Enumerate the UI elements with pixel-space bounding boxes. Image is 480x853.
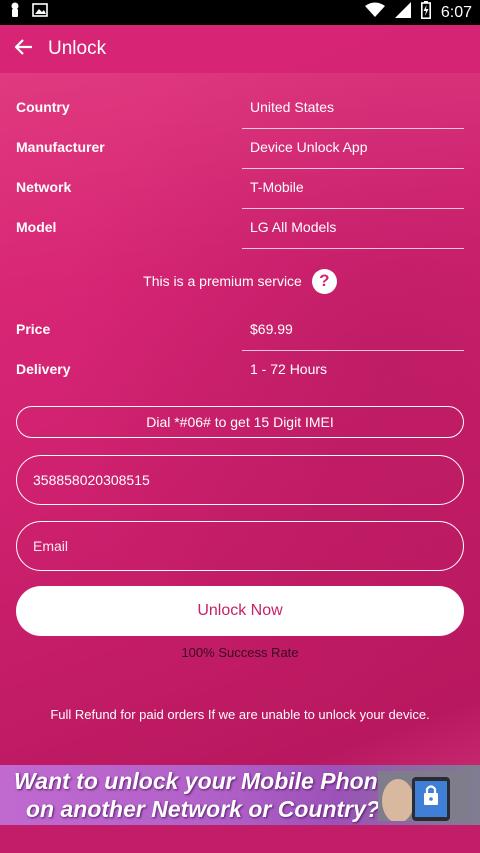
bottom-strip (0, 825, 480, 853)
detail-label: Country (16, 99, 70, 115)
unlock-now-button[interactable]: Unlock Now (16, 586, 464, 636)
detail-value: LG All Models (250, 219, 337, 235)
imei-value: 358858020308515 (33, 472, 150, 488)
detail-value: $69.99 (250, 321, 293, 337)
phone-lock-icon (378, 771, 470, 823)
refund-note: Full Refund for paid orders If we are un… (50, 707, 430, 722)
premium-notice: This is a premium service ? (0, 266, 480, 296)
back-button[interactable] (0, 25, 48, 73)
arrow-left-icon (14, 38, 33, 60)
battery-icon (420, 1, 431, 24)
banner-headline-line1: Want to unlock your Mobile Phone (14, 768, 391, 794)
detail-label: Price (16, 321, 51, 337)
detail-value: Device Unlock App (250, 139, 368, 155)
email-placeholder: Email (33, 538, 69, 554)
detail-row-country: Country United States (0, 89, 480, 129)
status-time: 6:07 (440, 3, 472, 21)
detail-value: T-Mobile (250, 179, 304, 195)
notification-icon (8, 2, 22, 23)
detail-row-model: Model LG All Models (0, 209, 480, 249)
detail-row-network: Network T-Mobile (0, 169, 480, 209)
status-bar: 6:07 (0, 0, 480, 25)
imei-input[interactable]: 358858020308515 (16, 455, 464, 505)
success-rate-text: 100% Success Rate (181, 645, 299, 660)
page-title: Unlock (48, 38, 107, 59)
signal-icon (394, 2, 411, 23)
help-icon[interactable]: ? (311, 268, 337, 294)
premium-text: This is a premium service (143, 273, 302, 289)
ad-banner[interactable]: Want to unlock your Mobile Phone on anot… (0, 765, 480, 825)
detail-label: Manufacturer (16, 139, 105, 155)
divider (242, 248, 464, 249)
detail-label: Network (16, 179, 72, 195)
detail-row-manufacturer: Manufacturer Device Unlock App (0, 129, 480, 169)
dial-imei-hint: Dial *#06# to get 15 Digit IMEI (16, 406, 464, 438)
detail-row-price: Price $69.99 (0, 311, 480, 351)
detail-value: United States (250, 99, 335, 115)
image-icon (32, 3, 48, 22)
detail-label: Delivery (16, 361, 71, 377)
banner-headline-line2: on another Network or Country? (26, 796, 380, 822)
detail-value: 1 - 72 Hours (250, 361, 328, 377)
email-field[interactable]: Email (16, 521, 464, 571)
detail-row-delivery: Delivery 1 - 72 Hours (0, 351, 480, 391)
app-bar: Unlock (0, 25, 480, 73)
wifi-icon (364, 2, 385, 23)
detail-label: Model (16, 219, 57, 235)
